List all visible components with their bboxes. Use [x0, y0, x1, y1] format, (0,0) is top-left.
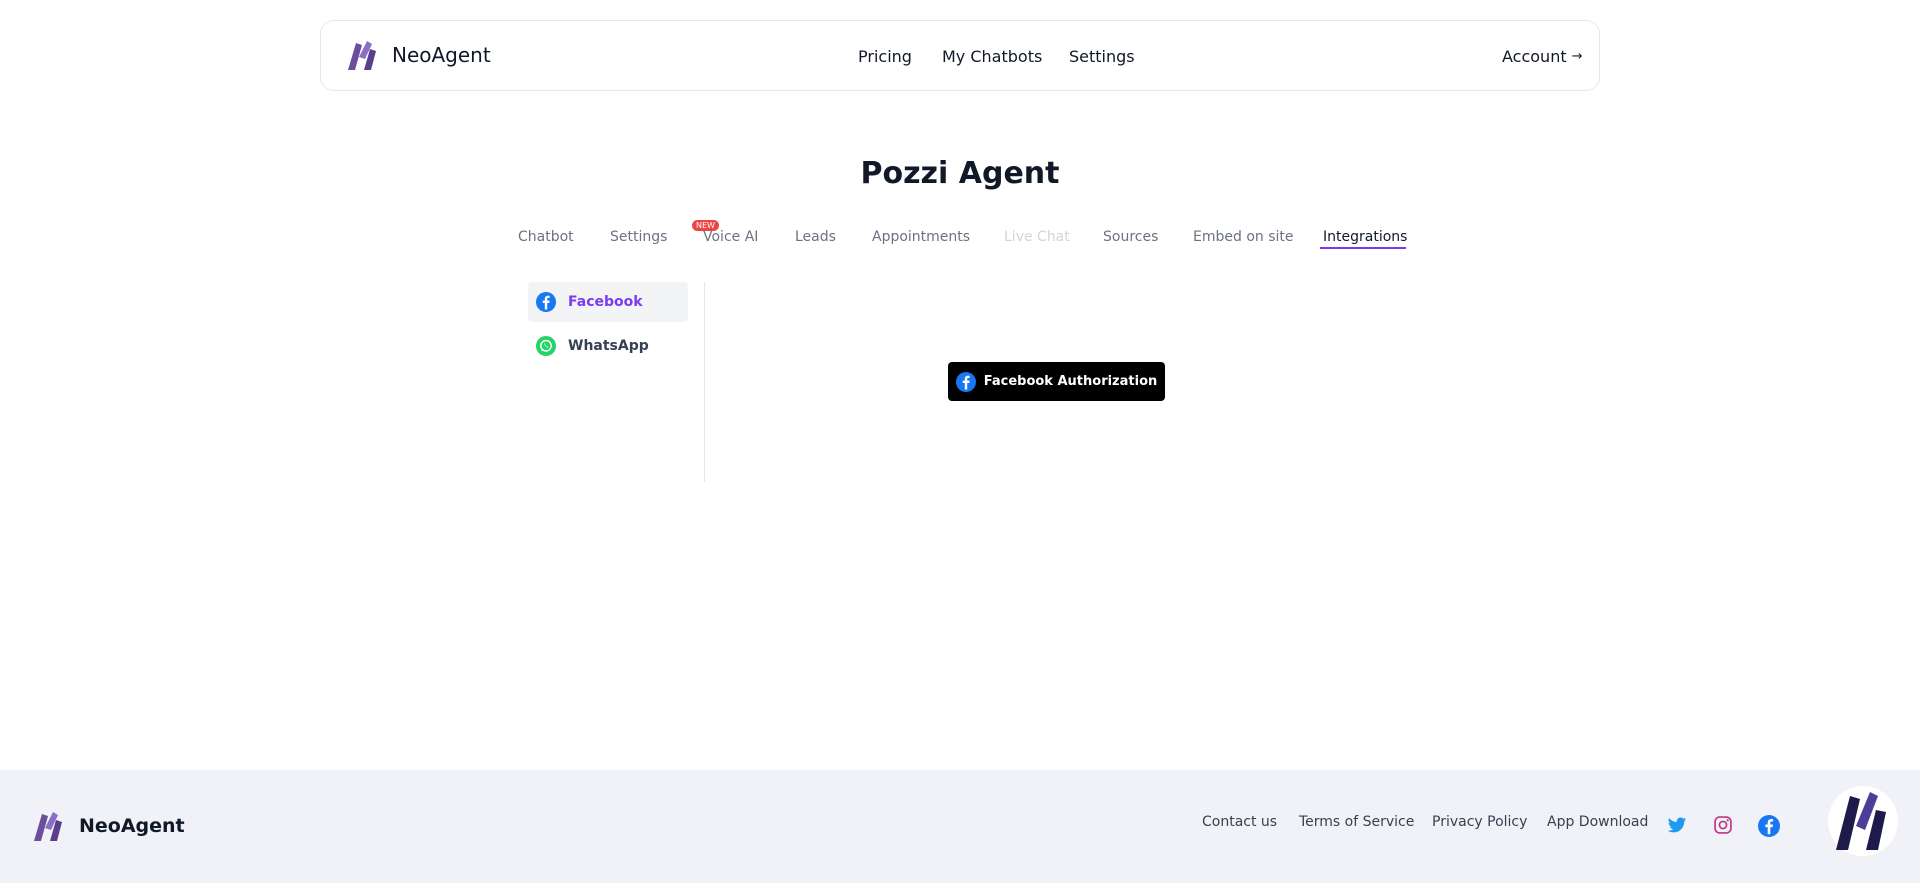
header-logo[interactable]: NeoAgent: [344, 37, 491, 73]
tab-integrations[interactable]: Integrations: [1323, 229, 1407, 245]
whatsapp-icon: [536, 336, 556, 356]
tab-leads[interactable]: Leads: [795, 229, 836, 245]
twitter-icon[interactable]: [1667, 815, 1687, 835]
tab-chatbot[interactable]: Chatbot: [518, 229, 574, 245]
facebook-authorization-button[interactable]: Facebook Authorization: [948, 362, 1165, 401]
footer-brand-name: NeoAgent: [79, 815, 185, 837]
footer-link-contact-us[interactable]: Contact us: [1202, 814, 1277, 830]
tab-voice-ai[interactable]: Voice AI: [703, 229, 758, 245]
arrow-right-icon: →: [1571, 49, 1583, 64]
tab-sources[interactable]: Sources: [1103, 229, 1158, 245]
header-brand-name: NeoAgent: [392, 43, 491, 67]
new-badge: NEW: [692, 220, 719, 231]
facebook-icon: [536, 292, 556, 312]
tab-embed-on-site[interactable]: Embed on site: [1193, 229, 1294, 245]
footer-link-privacy-policy[interactable]: Privacy Policy: [1432, 814, 1527, 830]
facebook-authorization-label: Facebook Authorization: [983, 374, 1158, 389]
top-header: NeoAgent Pricing My Chatbots Settings Ac…: [320, 20, 1600, 91]
facebook-icon: [955, 371, 976, 392]
nav-settings[interactable]: Settings: [1069, 21, 1135, 92]
chat-launcher-icon[interactable]: [1826, 784, 1900, 858]
instagram-icon[interactable]: [1713, 815, 1733, 835]
page-title: Pozzi Agent: [860, 156, 1060, 191]
nav-settings-label[interactable]: Settings: [1069, 47, 1135, 66]
tab-settings[interactable]: Settings: [610, 229, 667, 245]
sidebar-divider: [704, 282, 705, 482]
integration-item-whatsapp[interactable]: WhatsApp: [528, 326, 688, 366]
account-link[interactable]: Account →: [1502, 21, 1583, 92]
nav-pricing-label[interactable]: Pricing: [858, 47, 912, 66]
integration-item-facebook[interactable]: Facebook: [528, 282, 688, 322]
footer-logo[interactable]: NeoAgent: [30, 808, 185, 844]
active-tab-indicator: [1320, 247, 1406, 249]
footer-link-terms-of-service[interactable]: Terms of Service: [1299, 814, 1414, 830]
neoagent-logo-icon: [34, 812, 62, 841]
integration-item-label: Facebook: [568, 294, 643, 310]
tab-appointments[interactable]: Appointments: [872, 229, 970, 245]
account-label[interactable]: Account: [1502, 47, 1567, 66]
neoagent-logo-icon: [348, 41, 376, 70]
footer: NeoAgent Contact us Terms of Service Pri…: [0, 770, 1920, 883]
tab-live-chat: Live Chat: [1004, 229, 1070, 245]
footer-link-app-download[interactable]: App Download: [1547, 814, 1648, 830]
integration-item-label: WhatsApp: [568, 338, 649, 354]
facebook-icon[interactable]: [1758, 815, 1780, 837]
nav-pricing[interactable]: Pricing: [858, 21, 912, 92]
nav-my-chatbots[interactable]: My Chatbots: [942, 21, 1042, 92]
nav-my-chatbots-label[interactable]: My Chatbots: [942, 47, 1042, 66]
